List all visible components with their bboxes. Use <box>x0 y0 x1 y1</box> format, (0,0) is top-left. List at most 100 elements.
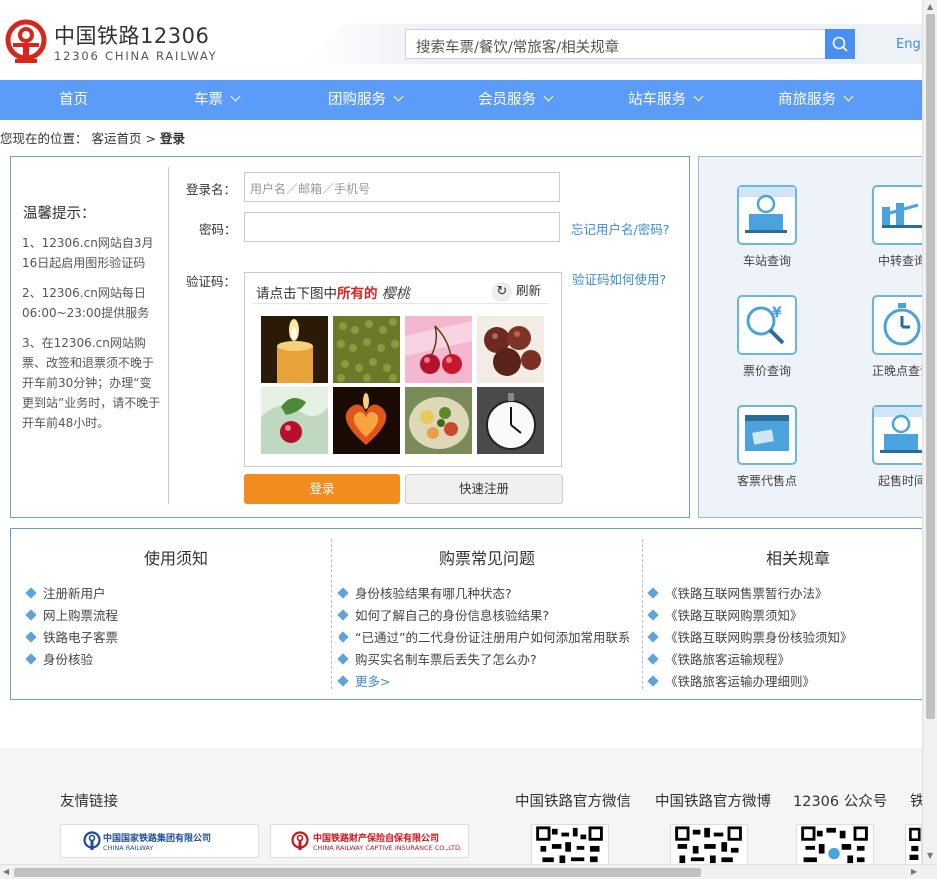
captcha-image-candle[interactable] <box>261 316 328 383</box>
rule-item[interactable]: 《铁路互联网售票暂行办法》 <box>647 583 828 602</box>
nav-label: 团购服务 <box>328 92 386 108</box>
captcha-image-clock[interactable] <box>477 387 544 454</box>
bullet-icon <box>339 631 349 643</box>
chevron-down-icon <box>230 91 241 102</box>
logo-subtitle: 12306 CHINA RAILWAY <box>54 49 218 63</box>
scroll-up-icon[interactable]: ▲ <box>927 3 933 11</box>
captcha-box: 请点击下图中所有的 樱桃 ↻ 刷新 <box>244 272 562 467</box>
rule-item[interactable]: 《铁路旅客运输规程》 <box>647 649 791 668</box>
item-text: 《铁路旅客运输规程》 <box>665 652 791 667</box>
breadcrumb: 您现在的位置： 客运首页 > 登录 <box>0 128 185 147</box>
faq-more-link[interactable]: 更多> <box>337 671 391 690</box>
notice-item[interactable]: 网上购票流程 <box>25 605 118 624</box>
breadcrumb-prefix: 您现在的位置： <box>0 131 88 146</box>
password-input[interactable] <box>244 212 560 242</box>
nav-member-service[interactable]: 会员服务 <box>478 80 554 120</box>
price-query-button[interactable]: ¥ <box>737 295 797 355</box>
item-text: 身份核验 <box>43 652 94 667</box>
captcha-refresh-button[interactable]: ↻ 刷新 <box>492 280 541 302</box>
scrollbar-thumb[interactable] <box>14 868 701 877</box>
captcha-divider <box>253 303 549 304</box>
captcha-image-dried-fruit[interactable] <box>477 316 544 383</box>
nav-label: 站车服务 <box>628 92 686 108</box>
qr-title-official-account: 12306 公众号 <box>793 794 888 810</box>
faq-item[interactable]: 如何了解自己的身份信息核验结果? <box>337 605 550 624</box>
username-label: 登录名： <box>186 182 237 197</box>
price-icon: ¥ <box>746 305 785 345</box>
breadcrumb-separator: > <box>145 131 156 146</box>
username-input[interactable]: 用户名／邮箱／手机号 <box>244 172 560 202</box>
bullet-icon <box>647 587 659 599</box>
scroll-right-icon[interactable]: ▶ <box>911 868 917 876</box>
agency-icon <box>745 415 789 451</box>
scrollbar-thumb[interactable] <box>926 14 935 719</box>
faq-item[interactable]: 身份核验结果有哪几种状态? <box>337 583 512 602</box>
partner-name: 中国国家铁路集团有限公司 <box>103 834 212 844</box>
rule-item[interactable]: 《铁路互联网购票身份核验须知》 <box>647 627 853 646</box>
rule-item[interactable]: 《铁路旅客运输办理细则》 <box>647 671 815 690</box>
chevron-down-icon <box>693 91 704 102</box>
captcha-image-cherries[interactable] <box>405 316 472 383</box>
qs-label: 客票代售点 <box>737 474 798 488</box>
agency-query-button[interactable] <box>737 405 797 465</box>
partner-link-china-railway[interactable]: 中国国家铁路集团有限公司 CHINA RAILWAY <box>60 824 259 858</box>
divider <box>168 167 169 504</box>
breadcrumb-parent-link[interactable]: 客运首页 <box>92 131 142 146</box>
item-text: 注册新用户 <box>43 586 106 601</box>
nav-label: 会员服务 <box>478 92 536 108</box>
bullet-icon <box>647 675 659 687</box>
nav-group-service[interactable]: 团购服务 <box>328 80 404 120</box>
forgot-password-link[interactable]: 忘记用户名/密码? <box>571 219 669 238</box>
station-query-button[interactable] <box>737 185 797 245</box>
more-text: 更多> <box>355 674 391 689</box>
main-nav: 首页 车票 团购服务 会员服务 站车服务 商旅服务 <box>0 80 922 120</box>
faq-item[interactable]: 购买实名制车票后丢失了怎么办? <box>337 649 537 668</box>
scroll-left-icon[interactable]: ◀ <box>3 868 9 876</box>
insurance-logo-icon <box>291 831 309 850</box>
svg-text:¥: ¥ <box>772 305 782 321</box>
search-button[interactable] <box>825 29 855 59</box>
qr-code-partial-icon <box>905 824 922 866</box>
info-panel: 使用须知 注册新用户 网上购票流程 铁路电子客票 身份核验 购票常见问题 身份核… <box>10 528 922 700</box>
login-panel: 温馨提示： 1、12306.cn网站自3月16日起启用图形验证码 2、12306… <box>10 156 690 518</box>
item-text: 如何了解自己的身份信息核验结果? <box>355 608 550 623</box>
railway-logo-icon[interactable] <box>5 19 47 63</box>
nav-station-service[interactable]: 站车服务 <box>628 80 704 120</box>
scroll-down-icon[interactable]: ▼ <box>927 852 933 860</box>
column-divider <box>331 539 332 689</box>
captcha-image-mung-beans[interactable] <box>333 316 400 383</box>
station-icon <box>739 187 795 233</box>
chevron-down-icon <box>843 91 854 102</box>
login-button[interactable]: 登录 <box>244 474 400 504</box>
nav-home[interactable]: 首页 <box>59 80 88 120</box>
register-button[interactable]: 快速注册 <box>405 474 563 504</box>
nav-business-service[interactable]: 商旅服务 <box>778 80 854 120</box>
notice-item[interactable]: 铁路电子客票 <box>25 627 119 646</box>
search-icon <box>832 36 848 52</box>
quick-services-panel: 车站查询 ¥ 票价查询 客票代售点 中转查询 正晚点查询 起售时间 <box>698 156 932 518</box>
item-text: 铁路电子客票 <box>43 630 119 645</box>
nav-tickets[interactable]: 车票 <box>194 80 241 120</box>
nav-label: 车票 <box>194 92 223 108</box>
rule-item[interactable]: 《铁路互联网购票须知》 <box>647 605 803 624</box>
faq-item[interactable]: “已通过”的二代身份证注册用户如何添加常用联系人 <box>339 627 629 646</box>
notice-item[interactable]: 注册新用户 <box>25 583 106 602</box>
partner-en: CHINA RAILWAY <box>103 844 154 852</box>
notice-item[interactable]: 身份核验 <box>25 649 94 668</box>
captcha-target-word: 樱桃 <box>381 286 410 302</box>
captcha-image-cherry-splash[interactable] <box>261 387 328 454</box>
bullet-icon <box>647 653 659 665</box>
captcha-help-link[interactable]: 验证码如何使用? <box>572 269 666 288</box>
logo-title[interactable]: 中国铁路12306 <box>54 20 209 50</box>
captcha-image-salad[interactable] <box>405 387 472 454</box>
item-text: 《铁路互联网购票身份核验须知》 <box>665 630 853 645</box>
friend-links-title: 友情链接 <box>60 794 118 810</box>
horizontal-scrollbar[interactable]: ◀ ▶ <box>0 864 937 879</box>
notice-title: 使用须知 <box>144 549 209 568</box>
vertical-scrollbar[interactable]: ▲ ▼ <box>922 0 937 864</box>
header: 中国铁路12306 12306 CHINA RAILWAY 搜索车票/餐饮/常旅… <box>0 0 937 80</box>
qr-title-wechat: 中国铁路官方微信 <box>515 794 631 810</box>
search-input[interactable]: 搜索车票/餐饮/常旅客/相关规章 <box>405 29 826 59</box>
partner-link-insurance[interactable]: 中国铁路财产保险自保有限公司 CHINA RAILWAY CAPTIVE INS… <box>270 824 469 858</box>
captcha-image-fire-heart[interactable] <box>333 387 400 454</box>
